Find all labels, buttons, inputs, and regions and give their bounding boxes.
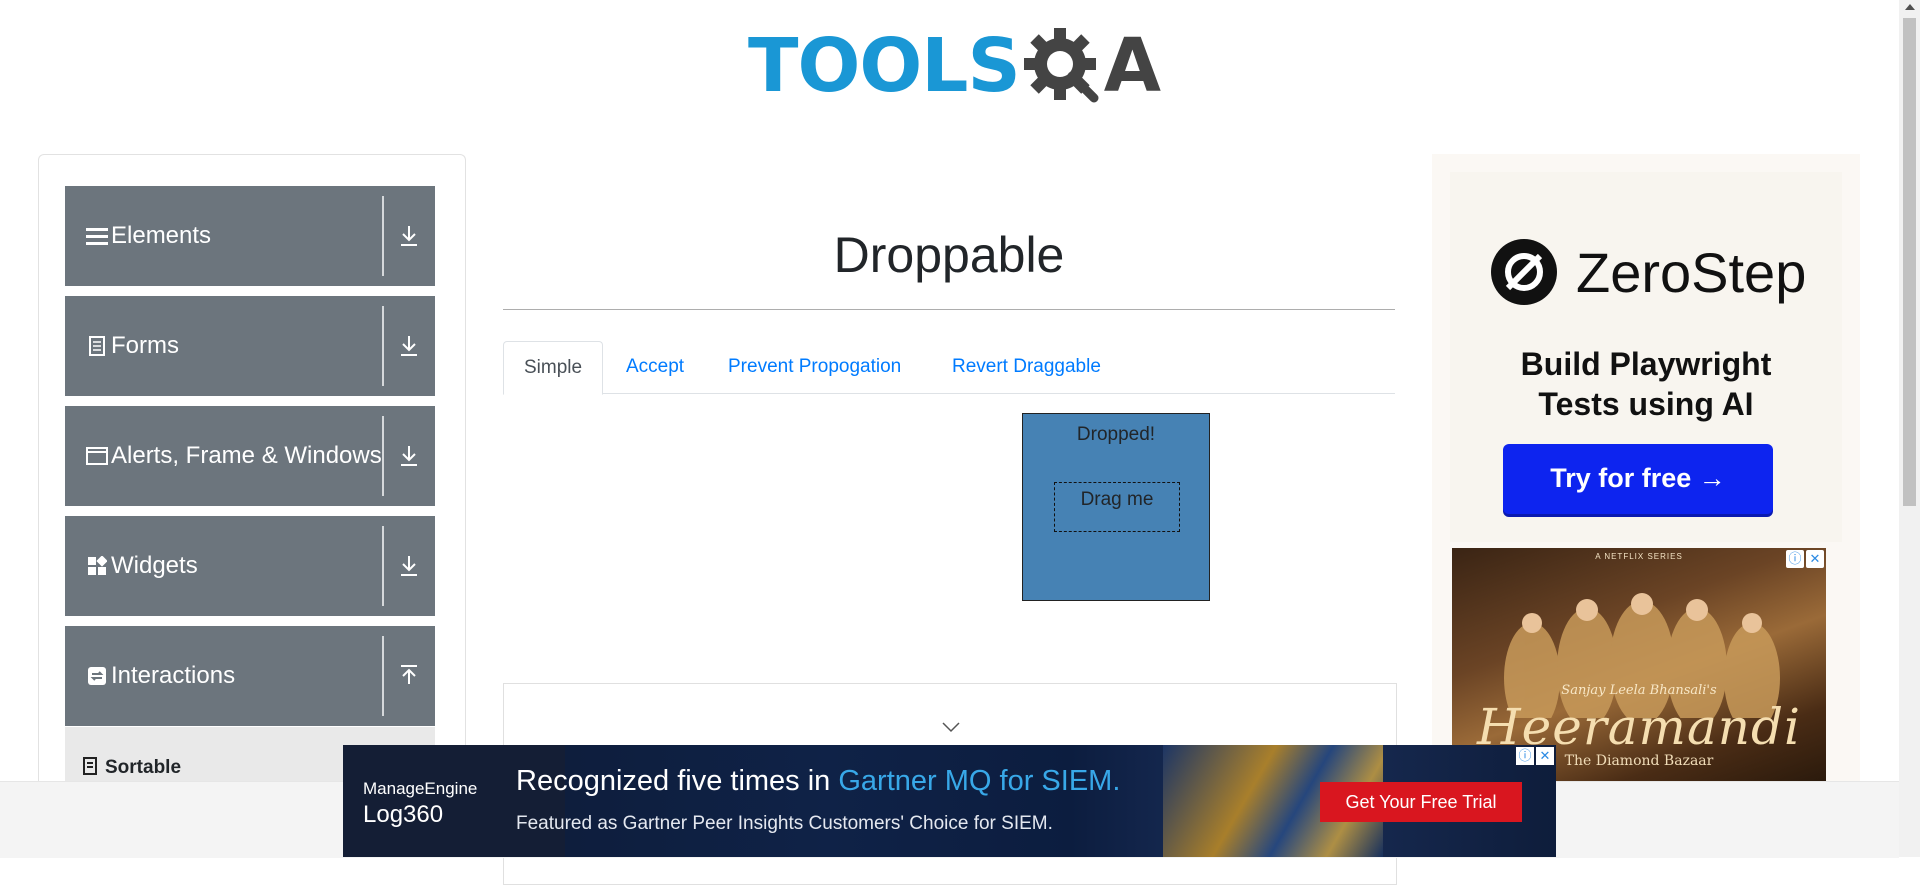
tab-prevent-propogation[interactable]: Prevent Propogation (728, 341, 901, 393)
scrollbar-thumb[interactable] (1903, 18, 1916, 506)
bottom-banner-ad[interactable]: ManageEngine Log360 Recognized five time… (343, 745, 1556, 857)
sidebar-item-label: Sortable (105, 757, 182, 778)
expand-arrow-icon[interactable] (395, 222, 423, 250)
netflix-credit: Sanjay Leela Bhansali's (1561, 683, 1717, 698)
droppable-label: Dropped! (1076, 424, 1156, 445)
headline-line1: Build Playwright (1520, 346, 1772, 382)
expand-arrow-icon[interactable] (395, 332, 423, 360)
zerostep-brand: ZeroStep (1490, 238, 1806, 306)
banner-product: Log360 (363, 801, 444, 828)
banner-subline: Featured as Gartner Peer Insights Custom… (516, 813, 1053, 834)
sidebar-group-interactions[interactable]: Interactions (65, 626, 435, 726)
divider (382, 636, 384, 716)
zerostep-headline: Build Playwright Tests using AI (1450, 344, 1842, 424)
expand-arrow-icon[interactable] (395, 552, 423, 580)
sidebar-group-label: Widgets (111, 552, 198, 579)
chevron-down-icon[interactable] (941, 720, 961, 734)
document-icon (85, 336, 109, 356)
hamburger-icon (85, 226, 109, 246)
window-icon (85, 447, 109, 465)
divider (382, 526, 384, 606)
tab-bar: Simple Accept Prevent Propogation Revert… (503, 341, 1395, 395)
interactions-icon (85, 666, 109, 686)
sidebar-group-label: Elements (111, 222, 212, 249)
scroll-up-arrow-icon[interactable] (1905, 4, 1915, 10)
tab-accept[interactable]: Accept (626, 341, 684, 393)
sidebar-group-label: Interactions (111, 662, 236, 689)
banner-brand: ManageEngine (363, 779, 478, 798)
close-icon[interactable]: ✕ (1536, 747, 1554, 765)
banner-headline-prefix: Recognized five times in (516, 765, 839, 797)
netflix-series-label: A NETFLIX SERIES (1595, 552, 1683, 561)
draggable-item[interactable]: Drag me (1054, 482, 1180, 532)
info-icon[interactable]: ⓘ (1786, 550, 1804, 568)
page-title: Droppable (833, 227, 1065, 283)
banner-headline: Recognized five times in Gartner MQ for … (516, 765, 1120, 798)
banner-headline-highlight: Gartner MQ for SIEM. (838, 765, 1121, 797)
expand-arrow-icon[interactable] (395, 442, 423, 470)
divider (382, 416, 384, 496)
sidebar-group-alerts[interactable]: Alerts, Frame & Windows (65, 406, 435, 506)
free-trial-button[interactable]: Get Your Free Trial (1320, 782, 1522, 822)
zerostep-name: ZeroStep (1576, 240, 1807, 304)
widgets-icon (85, 556, 109, 576)
headline-line2: Tests using AI (1538, 386, 1754, 422)
collapse-arrow-icon[interactable] (395, 662, 423, 690)
sortable-icon (83, 757, 97, 780)
sidebar-group-widgets[interactable]: Widgets (65, 516, 435, 616)
main-content: Droppable Simple Accept Prevent Propogat… (503, 160, 1397, 885)
divider (382, 306, 384, 386)
sidebar-group-label: Forms (111, 332, 179, 359)
try-for-free-button[interactable]: Try for free → (1503, 444, 1773, 514)
right-ad[interactable]: ZeroStep Build Playwright Tests using AI… (1432, 154, 1860, 781)
zerostep-ad[interactable]: ZeroStep Build Playwright Tests using AI… (1450, 172, 1842, 542)
gear-magnifier-icon (1023, 28, 1099, 103)
sidebar-group-label: Alerts, Frame & Windows (111, 442, 382, 469)
droppable-target[interactable]: Dropped! Drag me (1022, 413, 1210, 601)
tab-revert-draggable[interactable]: Revert Draggable (952, 341, 1101, 393)
toolsqa-logo[interactable]: TOOLS A (748, 16, 1161, 116)
divider (382, 196, 384, 276)
logo-text: TOOLS (748, 23, 1021, 109)
sidebar-group-elements[interactable]: Elements (65, 186, 435, 286)
banner-brand-panel: ManageEngine Log360 (343, 745, 565, 857)
logo-qa: A (1020, 23, 1161, 109)
title-divider (503, 309, 1395, 310)
logo-a: A (1103, 23, 1162, 109)
close-icon[interactable]: ✕ (1806, 550, 1824, 568)
sidebar-group-forms[interactable]: Forms (65, 296, 435, 396)
zerostep-logo-icon (1491, 239, 1557, 305)
tab-simple[interactable]: Simple (503, 341, 604, 395)
ad-choices: ⓘ ✕ (1786, 550, 1824, 568)
ad-choices: ⓘ ✕ (1516, 747, 1554, 765)
page-scrollbar[interactable] (1899, 0, 1920, 857)
info-icon[interactable]: ⓘ (1516, 747, 1534, 765)
